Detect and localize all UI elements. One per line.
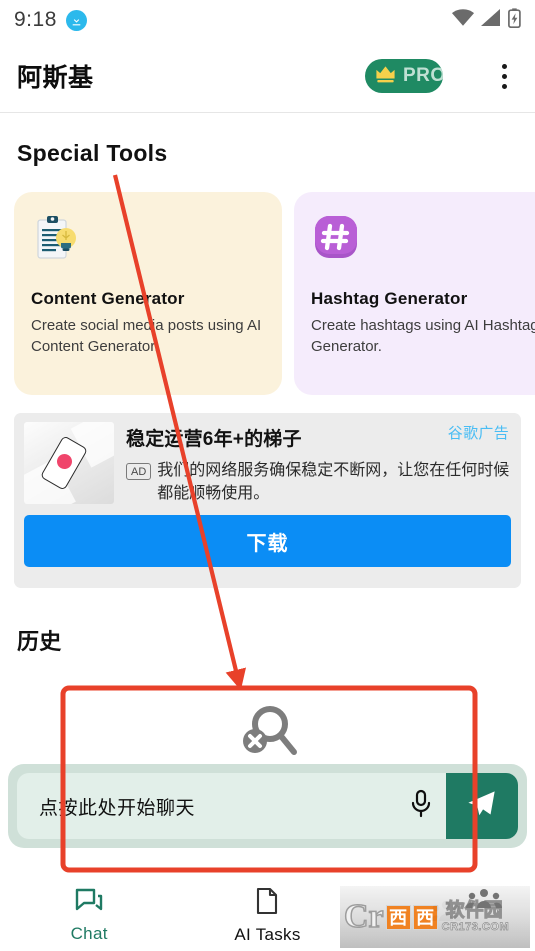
wifi-icon <box>452 9 474 31</box>
tool-card-hashtag-generator[interactable]: Hashtag Generator Create hashtags using … <box>294 192 535 395</box>
tool-card-description: Create hashtags using AI Hashtag Generat… <box>311 317 535 355</box>
tool-card-title: Content Generator <box>31 289 185 308</box>
history-empty-state <box>0 700 535 767</box>
ad-thumbnail-image <box>24 422 114 504</box>
watermark-url: CR173.COM <box>441 920 510 934</box>
status-bar-clock: 9:18 <box>14 8 57 31</box>
watermark-brand-cn: 西西 <box>385 904 438 930</box>
history-heading: 历史 <box>17 629 62 654</box>
advertisement-banner[interactable]: 谷歌广告 稳定运营6年+的梯子 AD 我们的网络服务确保稳定不断网，让您在任何时… <box>14 413 521 588</box>
ad-description: 我们的网络服务确保稳定不断网，让您在任何时候都能顺畅使用。 <box>157 462 510 502</box>
send-paper-plane-icon <box>466 788 498 825</box>
nav-item-label: AI Tasks <box>234 924 301 944</box>
crown-icon <box>374 64 397 89</box>
kebab-menu-icon[interactable] <box>491 58 517 94</box>
special-tools-heading: Special Tools <box>17 140 168 166</box>
pro-upgrade-badge[interactable]: PRO <box>365 59 443 93</box>
nav-item-label: Chat <box>70 923 108 943</box>
document-page-icon <box>255 887 279 920</box>
nav-item-ai-tasks[interactable]: AI Tasks <box>178 880 356 951</box>
tool-card-description: Create social media posts using AI Conte… <box>31 317 262 355</box>
chat-input-placeholder: 点按此处开始聊天 <box>39 797 196 819</box>
chat-bubbles-icon <box>75 888 103 919</box>
tool-card-title: Hashtag Generator <box>311 289 468 308</box>
tool-card-content-generator[interactable]: Content Generator Create social media po… <box>14 192 282 395</box>
page-title: 阿斯基 <box>17 64 94 92</box>
send-message-button[interactable] <box>446 773 518 839</box>
pro-badge-label: PRO <box>403 65 443 86</box>
download-icon <box>65 9 87 31</box>
cellular-signal-icon <box>481 9 501 31</box>
site-watermark: Cr 西西 软件园 CR173.COM <box>340 886 530 948</box>
chat-input-bar[interactable]: 点按此处开始聊天 <box>8 764 527 848</box>
ad-download-button[interactable]: 下载 <box>24 515 511 568</box>
microphone-icon[interactable] <box>410 789 432 824</box>
search-no-results-icon <box>232 700 304 767</box>
app-screen: 9:18 阿斯基 PRO Special Tools Content Gener… <box>0 0 535 951</box>
nav-item-chat[interactable]: Chat <box>0 880 178 951</box>
clipboard-lightbulb-icon <box>31 212 83 264</box>
ad-provider-label: 谷歌广告 <box>447 425 509 442</box>
special-tools-card-list: Content Generator Create social media po… <box>14 192 535 395</box>
battery-charging-icon <box>508 7 521 33</box>
hashtag-icon <box>311 212 363 264</box>
ad-tag-badge: AD <box>126 463 152 480</box>
watermark-brand-mark: Cr <box>343 898 384 935</box>
chat-text-field[interactable]: 点按此处开始聊天 <box>17 773 446 839</box>
watermark-people-icon <box>458 888 510 917</box>
status-bar: 9:18 <box>0 0 535 40</box>
status-bar-indicators <box>452 7 521 33</box>
app-bar: 阿斯基 <box>0 40 535 113</box>
